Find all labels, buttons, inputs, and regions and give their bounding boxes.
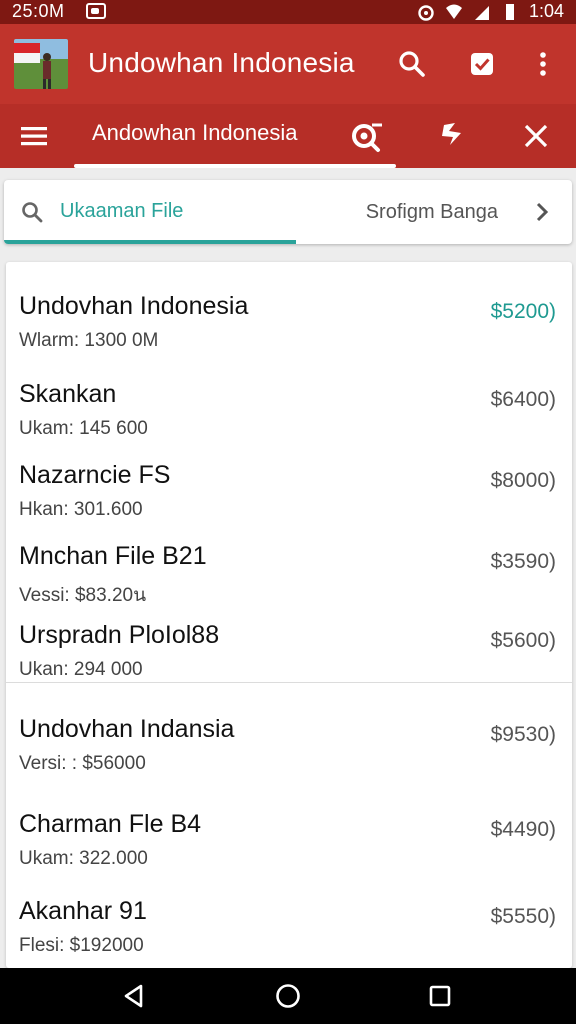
navigation-bar xyxy=(0,968,576,1024)
recents-icon xyxy=(429,985,451,1007)
status-icons: 1:04 xyxy=(417,1,564,22)
search-icon xyxy=(399,51,425,77)
item-sub: Hkan: 301.600 xyxy=(19,499,143,520)
status-bar: 25:0M 1:04 xyxy=(0,0,576,24)
item-sub: Ukam: 145 600 xyxy=(19,418,148,439)
wand-icon xyxy=(442,123,461,145)
item-name: Mnchan File B21 xyxy=(19,542,207,570)
list-item[interactable]: Mnchan File B21 Vessi: $83.20น $3590) xyxy=(6,526,572,610)
tab-active[interactable]: Andowhan Indonesia xyxy=(92,120,298,146)
search-label[interactable]: Ukaaman File xyxy=(60,200,183,223)
tab-bar: Andowhan Indonesia xyxy=(0,104,576,168)
list-item[interactable]: Undovhan Indansia Versi: : $56000 $9530) xyxy=(6,699,572,783)
home-button[interactable] xyxy=(268,976,308,1016)
item-sub: Ukam: 322.000 xyxy=(19,848,148,869)
list-item[interactable]: Undovhan Indonesia Wlarm: 1300 0M $5200) xyxy=(6,276,572,360)
file-list: Undovhan Indonesia Wlarm: 1300 0M $5200)… xyxy=(6,262,572,968)
status-time-right: 1:04 xyxy=(528,1,564,21)
item-name: Skankan xyxy=(19,380,117,408)
list-item[interactable]: Skankan Ukam: 145 600 $6400) xyxy=(6,364,572,448)
item-price: $5200) xyxy=(490,300,556,323)
menu-button[interactable] xyxy=(14,116,54,156)
battery-icon xyxy=(505,3,514,20)
more-options-button[interactable] xyxy=(523,44,563,84)
list-divider xyxy=(6,682,572,683)
item-sub: Ukan: 294 000 xyxy=(19,659,143,680)
item-sub: Flesi: $192000 xyxy=(19,935,144,956)
home-icon xyxy=(276,984,300,1008)
search-icon xyxy=(22,202,43,223)
item-name: Nazarncie FS xyxy=(19,461,171,489)
more-vert-icon xyxy=(540,52,546,76)
item-sub: Wlarm: 1300 0M xyxy=(19,330,159,351)
wifi-icon xyxy=(445,4,462,19)
wand-button[interactable] xyxy=(432,116,472,156)
item-name: Undovhan Indonesia xyxy=(19,292,249,320)
checkbox-icon xyxy=(471,53,493,75)
back-icon xyxy=(124,984,143,1008)
item-price: $9530) xyxy=(490,723,556,746)
app-title: Undowhan Indonesia xyxy=(88,47,355,78)
list-item[interactable]: Charman Fle B4 Ukam: 322.000 $4490) xyxy=(6,794,572,878)
checkbox-button[interactable] xyxy=(462,44,502,84)
back-button[interactable] xyxy=(114,976,154,1016)
signal-icon xyxy=(474,5,489,20)
search-zoom-icon xyxy=(352,123,382,152)
search-bar[interactable]: Ukaaman File Srofigm Banga xyxy=(4,180,572,244)
app-toolbar: Undowhan Indonesia xyxy=(0,24,576,104)
item-price: $6400) xyxy=(490,388,556,411)
app-logo[interactable] xyxy=(14,39,68,89)
search-button[interactable] xyxy=(392,44,432,84)
close-button[interactable] xyxy=(516,116,556,156)
item-name: Akanhar 91 xyxy=(19,897,147,925)
notification-icon xyxy=(86,3,106,19)
search-tab-indicator xyxy=(4,240,296,244)
item-sub: Versi: : $56000 xyxy=(19,753,146,774)
search-secondary-tab[interactable]: Srofigm Banga xyxy=(366,201,498,224)
item-price: $4490) xyxy=(490,818,556,841)
recents-button[interactable] xyxy=(420,976,460,1016)
alarm-icon xyxy=(418,4,434,21)
item-price: $8000) xyxy=(490,469,556,492)
list-item[interactable]: Urspradn PloIol88 Ukan: 294 000 $5600) xyxy=(6,605,572,689)
list-item[interactable]: Nazarncie FS Hkan: 301.600 $8000) xyxy=(6,445,572,529)
item-price: $3590) xyxy=(490,550,556,573)
item-name: Urspradn PloIol88 xyxy=(19,621,220,649)
item-price: $5600) xyxy=(490,629,556,652)
item-name: Undovhan Indansia xyxy=(19,715,235,743)
search-zoom-button[interactable] xyxy=(346,116,386,156)
chevron-right-icon[interactable] xyxy=(530,200,554,224)
item-price: $5550) xyxy=(490,905,556,928)
hamburger-icon xyxy=(21,127,47,146)
list-item[interactable]: Akanhar 91 Flesi: $192000 $5550) xyxy=(6,881,572,965)
tab-active-indicator xyxy=(74,164,396,168)
item-name: Charman Fle B4 xyxy=(19,810,202,838)
status-time-left: 25:0M xyxy=(12,1,65,21)
close-icon xyxy=(524,124,548,148)
